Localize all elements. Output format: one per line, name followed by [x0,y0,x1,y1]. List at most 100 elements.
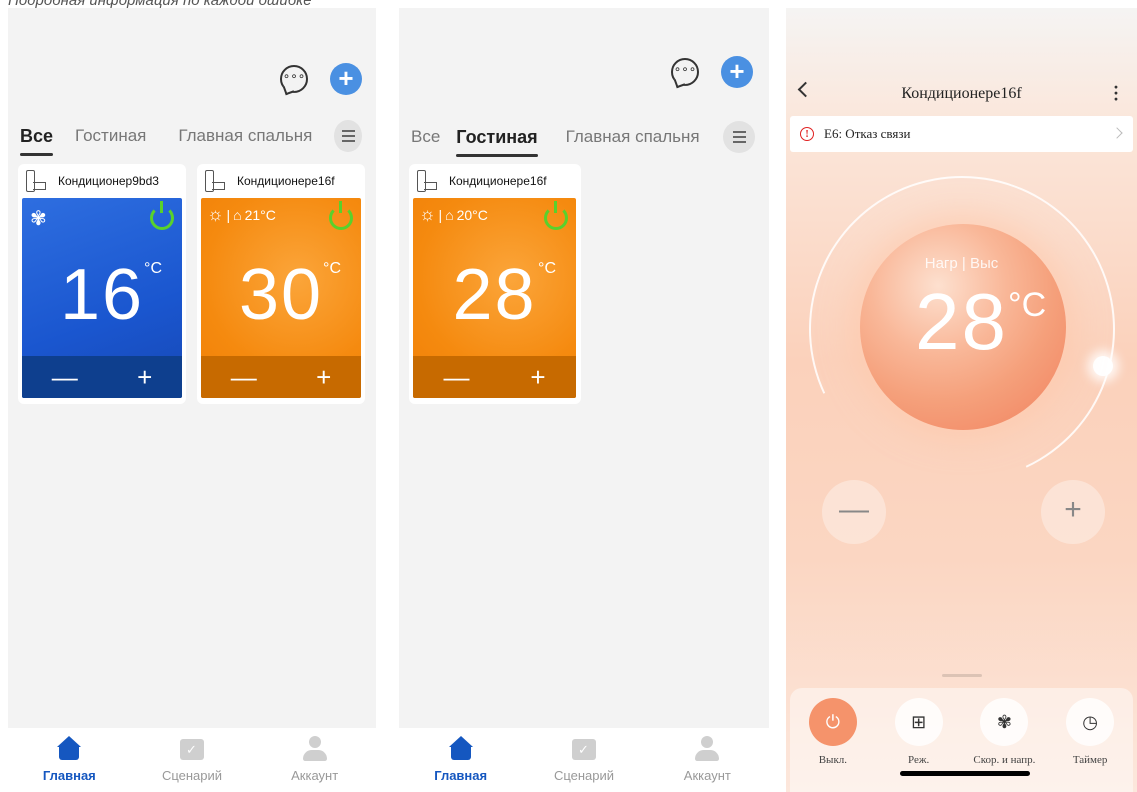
device-card-header: Кондиционере16f [197,164,365,197]
temperature-unit: °C [323,260,341,277]
mode-speed-label: Нагр | Выс [924,255,999,272]
device-card[interactable]: Кондиционере16f ☼ | ⌂ 20°C 28 °C — + [409,164,581,404]
mode-control[interactable]: ⊞ Реж. [879,698,959,792]
add-device-button[interactable]: + [721,56,753,88]
mode-indicator: ☼ | ⌂ 20°C [419,204,488,225]
increase-temp-button[interactable]: + [316,362,331,393]
sun-icon: ☼ [419,204,436,224]
room-tabs: Все Гостиная Главная спальня [20,120,362,156]
grid-icon[interactable]: ⊞ [894,698,943,746]
device-card[interactable]: Кондиционер9bd3 ✾ 16 °C — + [18,164,186,404]
error-alert-bar[interactable]: ! E6: Отказ связи [790,116,1133,152]
room-temperature: 20°C [456,206,488,223]
decrease-temp-button[interactable]: — [443,362,469,393]
sun-icon: ☼ [207,204,224,224]
power-icon[interactable]: ⏻ [808,698,857,746]
error-icon: ! [800,127,814,141]
clock-icon[interactable]: ◷ [1066,698,1115,746]
decrease-temp-button[interactable]: — [822,480,886,544]
temperature-unit: °C [144,260,162,277]
tabbar-account[interactable]: Аккаунт [662,736,752,783]
increase-temp-button[interactable]: + [530,362,545,393]
power-control[interactable]: ⏻ Выкл. [793,698,873,792]
tab-living-room[interactable]: Гостиная [75,126,146,146]
tabbar-home[interactable]: Главная [416,736,506,783]
tabbar-scenario[interactable]: Сценарий [147,736,237,783]
tabbar-home[interactable]: Главная [24,736,114,783]
air-conditioner-icon [205,169,225,192]
tabbar-account[interactable]: Аккаунт [270,736,360,783]
divider: | [438,206,443,223]
tabbar-label: Сценарий [553,768,615,783]
message-icon[interactable]: ∘∘∘ [280,65,308,93]
increase-temp-button[interactable]: + [137,362,152,393]
device-name: Кондиционере16f [237,173,335,188]
decrease-temp-button[interactable]: — [231,362,257,393]
tabbar-label: Аккаунт [683,768,731,783]
drawer-handle[interactable] [942,674,982,677]
fan-icon[interactable]: ✾ [980,698,1029,746]
device-name: Кондиционер9bd3 [58,173,159,188]
room-temperature: 21°C [244,206,276,223]
air-conditioner-icon [417,169,437,192]
air-conditioner-icon [26,169,46,192]
tabbar-label: Сценарий [161,768,223,783]
power-icon[interactable] [150,201,174,230]
control-label: Реж. [908,754,930,766]
decrease-temp-button[interactable]: — [52,362,78,393]
rooms-menu-button[interactable] [334,120,362,152]
fan-icon: ✾ [30,208,47,230]
tab-main-bedroom[interactable]: Главная спальня [566,127,700,147]
device-card-header: Кондиционер9bd3 [18,164,186,197]
header-actions: ∘∘∘ + [280,63,362,95]
control-label: Таймер [1072,754,1108,766]
tab-all[interactable]: Все [411,127,440,147]
timer-control[interactable]: ◷ Таймер [1050,698,1130,792]
fan-speed-control[interactable]: ✾ Скор. и напр. [964,698,1044,792]
tab-living-room[interactable]: Гостиная [456,127,538,157]
control-label: Выкл. [818,754,848,766]
power-icon[interactable] [329,201,353,230]
thermometer-icon: ⌂ [233,206,242,223]
calendar-icon [570,736,598,762]
detail-nav-bar: Кондиционере16f · · · [786,74,1137,114]
temperature-unit: °C [538,260,556,277]
calendar-icon [178,736,206,762]
user-icon [301,736,329,762]
target-temperature: 28 [915,277,1008,366]
control-label: Скор. и напр. [973,754,1036,766]
error-message: E6: Отказ связи [824,126,911,141]
room-tabs: Все Гостиная Главная спальня [411,121,755,157]
user-icon [693,736,721,762]
tabbar-label: Аккаунт [291,768,339,783]
home-icon [55,736,83,762]
message-icon[interactable]: ∘∘∘ [671,58,699,86]
control-bar: ⏻ Выкл. ⊞ Реж. ✾ Скор. и напр. ◷ Таймер [790,688,1133,792]
bottom-tabbar: Главная Сценарий Аккаунт [399,728,769,792]
temperature-controls: — + [413,356,576,398]
device-tile[interactable]: ✾ 16 °C — + [22,198,182,398]
device-tile[interactable]: ☼ | ⌂ 21°C 30 °C — + [201,198,361,398]
tab-main-bedroom[interactable]: Главная спальня [178,126,312,146]
device-detail-screen: Кондиционере16f · · · ! E6: Отказ связи На… [786,8,1137,792]
back-arrow-icon[interactable] [797,81,814,98]
tabbar-scenario[interactable]: Сценарий [539,736,629,783]
home-icon [447,736,475,762]
more-options-icon[interactable]: · · · [1113,78,1119,108]
home-screen-living-room: ∘∘∘ + Все Гостиная Главная спальня Конди… [399,8,769,792]
thermometer-icon: ⌂ [445,206,454,223]
device-card-header: Кондиционере16f [409,164,581,197]
rooms-menu-button[interactable] [723,121,755,153]
power-icon[interactable] [544,201,568,230]
tabbar-label: Главная [42,768,96,783]
mode-indicator: ☼ | ⌂ 21°C [207,204,276,225]
tab-all[interactable]: Все [20,126,54,156]
device-title: Кондиционере16f [901,85,1022,102]
home-indicator [900,771,1030,776]
device-card[interactable]: Кондиционере16f ☼ | ⌂ 21°C 30 °C — + [197,164,365,404]
increase-temp-button[interactable]: + [1041,480,1105,544]
add-device-button[interactable]: + [330,63,362,95]
device-tile[interactable]: ☼ | ⌂ 20°C 28 °C — + [413,198,576,398]
chevron-right-icon [1111,127,1123,139]
device-name: Кондиционере16f [449,173,547,188]
